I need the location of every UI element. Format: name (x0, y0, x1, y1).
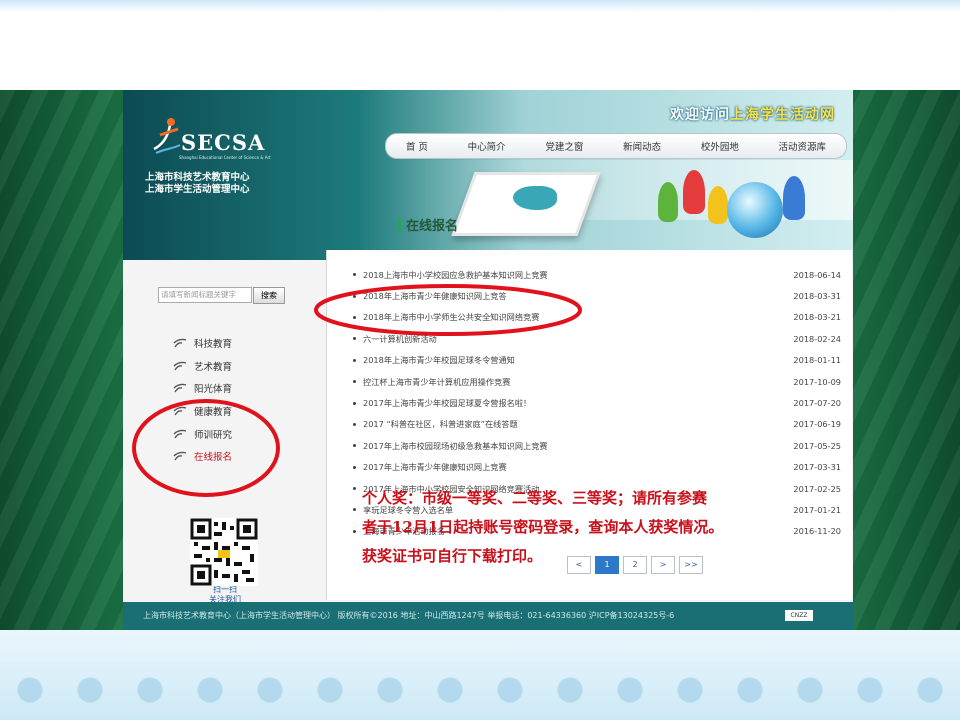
nav-item-news[interactable]: 新闻动态 (623, 139, 661, 153)
nav-item-outdoor[interactable]: 校外园地 (701, 139, 739, 153)
nav-item-party[interactable]: 党建之窗 (545, 139, 583, 153)
sidebar-item-training[interactable]: 师训研究 (173, 422, 232, 445)
banner-figure-green (658, 182, 678, 222)
logo-subtitle: Shanghai Educational Center of Science &… (179, 155, 271, 160)
sidebar-item-science[interactable]: 科技教育 (173, 332, 232, 355)
sidebar-menu: 科技教育 艺术教育 阳光体育 健康教育 师训研究 在线报名 (173, 332, 232, 468)
search-button[interactable]: 搜索 (253, 287, 285, 304)
news-title[interactable]: 控江杯上海市青少年计算机应用操作竞赛 (363, 376, 793, 388)
sidebar-item-online-signup[interactable]: 在线报名 (173, 445, 232, 468)
sidebar-item-label: 科技教育 (194, 339, 233, 351)
banner-map-image (513, 186, 557, 210)
annotation-text: 个人奖：市级一等奖、二等奖、三等奖；请所有参赛 者于12月1日起持账号密码登录，… (362, 484, 832, 571)
news-title[interactable]: 2018年上海市青少年健康知识网上竞答 (363, 290, 793, 302)
slide-wave-band (0, 630, 960, 720)
news-row[interactable]: 2017年上海市青少年校园足球夏令营报名啦！ 2017-07-20 (353, 392, 841, 413)
bullet-icon (353, 380, 356, 384)
banner-figure-red (683, 170, 705, 214)
news-row[interactable]: 2017 “科普在社区，科普进家庭”在线答题 2017-06-19 (353, 414, 841, 435)
section-title: 在线报名 (398, 215, 458, 234)
bullet-icon (353, 529, 356, 533)
sidebar-item-label: 阳光体育 (194, 384, 233, 396)
news-date: 2018-03-21 (793, 312, 841, 323)
annotation-line3: 获奖证书可自行下载打印。 (362, 547, 543, 565)
bullet-icon (353, 337, 356, 341)
news-date: 2017-06-19 (793, 419, 841, 430)
news-title[interactable]: 2018年上海市中小学师生公共安全知识网络竞赛 (363, 311, 793, 323)
search-input[interactable]: 请填写新闻标题关键字 (158, 287, 252, 303)
news-row[interactable]: 控江杯上海市青少年计算机应用操作竞赛 2017-10-09 (353, 371, 841, 392)
site-header: SECSA Shanghai Educational Center of Sci… (123, 90, 853, 260)
news-row[interactable]: 2018年上海市青少年校园足球冬令营通知 2018-01-11 (353, 350, 841, 371)
sidebar-item-label: 健康教育 (194, 407, 233, 419)
news-row[interactable]: 2018上海市中小学校园应急救护基本知识网上竞赛 2018-06-14 (353, 264, 841, 285)
swoosh-icon (173, 429, 187, 439)
nav-item-about[interactable]: 中心简介 (468, 139, 506, 153)
qr-code-image (190, 518, 258, 586)
news-row[interactable]: 六一计算机创新活动 2018-02-24 (353, 328, 841, 349)
swoosh-icon (173, 452, 187, 461)
banner-figure-blue (783, 176, 805, 220)
annotation-line2: 者于12月1日起持账号密码登录，查询本人获奖情况。 (362, 518, 724, 536)
bullet-icon (353, 487, 356, 491)
swoosh-icon (173, 384, 187, 393)
bullet-icon (353, 315, 356, 319)
nav-item-home[interactable]: 首 页 (406, 139, 428, 153)
qr-caption-line1: 扫一扫 (213, 585, 237, 594)
news-title[interactable]: 2018上海市中小学校园应急救护基本知识网上竞赛 (363, 269, 793, 281)
bullet-icon (353, 508, 356, 512)
swoosh-icon (173, 406, 187, 416)
sidebar-item-sports[interactable]: 阳光体育 (173, 377, 232, 400)
news-date: 2018-02-24 (793, 333, 841, 344)
bullet-icon (353, 294, 356, 298)
banner-figure-yellow (708, 186, 728, 224)
news-date: 2017-03-31 (793, 462, 841, 473)
banner-globe-image (727, 182, 783, 238)
main-nav: 首 页 中心简介 党建之窗 新闻动态 校外园地 活动资源库 (385, 133, 847, 159)
news-title[interactable]: 2017年上海市青少年校园足球夏令营报名啦！ (363, 397, 793, 409)
news-date: 2017-10-09 (793, 376, 841, 387)
bullet-icon (353, 358, 356, 362)
site-footer: 上海市科技艺术教育中心（上海市学生活动管理中心） 版权所有©2016 地址：中山… (123, 602, 853, 630)
news-title[interactable]: 六一计算机创新活动 (363, 333, 793, 345)
bullet-icon (353, 273, 356, 277)
news-date: 2017-07-20 (793, 398, 841, 409)
org-name-line2: 上海市学生活动管理中心 (145, 184, 250, 195)
welcome-banner: 欢迎访问上海学生活动网 (670, 104, 835, 124)
nav-item-resources[interactable]: 活动资源库 (779, 139, 827, 153)
cnzz-badge[interactable]: CNZZ (785, 610, 813, 621)
bullet-icon (353, 465, 356, 469)
bullet-icon (353, 444, 356, 448)
news-date: 2018-03-31 (793, 291, 841, 302)
logo-text: SECSA (181, 130, 266, 155)
annotation-line1: 个人奖：市级一等奖、二等奖、三等奖；请所有参赛 (362, 489, 708, 507)
welcome-prefix: 欢迎访问 (670, 107, 730, 123)
slide-top-band (0, 0, 960, 90)
news-date: 2018-01-11 (793, 355, 841, 366)
bullet-icon (353, 401, 356, 405)
sidebar-item-label: 师训研究 (194, 429, 233, 441)
sidebar-item-label: 在线报名 (194, 452, 233, 464)
news-row[interactable]: 2017年上海市青少年健康知识网上竞赛 2017-03-31 (353, 457, 841, 478)
news-title[interactable]: 2017年上海市校园现场初级急救基本知识网上竞赛 (363, 440, 793, 452)
news-row[interactable]: 2018年上海市中小学师生公共安全知识网络竞赛 2018-03-21 (353, 307, 841, 328)
news-title[interactable]: 2017 “科普在社区，科普进家庭”在线答题 (363, 418, 793, 430)
swoosh-icon (173, 339, 187, 348)
sidebar-item-health[interactable]: 健康教育 (173, 400, 232, 423)
news-row[interactable]: 2017年上海市校园现场初级急救基本知识网上竞赛 2017-05-25 (353, 435, 841, 456)
sidebar-item-art[interactable]: 艺术教育 (173, 355, 232, 378)
news-date: 2018-06-14 (793, 269, 841, 280)
welcome-site-name: 上海学生活动网 (730, 107, 835, 123)
news-title[interactable]: 2017年上海市青少年健康知识网上竞赛 (363, 461, 793, 473)
footer-text: 上海市科技艺术教育中心（上海市学生活动管理中心） 版权所有©2016 地址：中山… (143, 611, 675, 620)
bullet-icon (353, 422, 356, 426)
sidebar-item-label: 艺术教育 (194, 361, 233, 373)
news-row[interactable]: 2018年上海市青少年健康知识网上竞答 2018-03-31 (353, 285, 841, 306)
news-title[interactable]: 2018年上海市青少年校园足球冬令营通知 (363, 354, 793, 366)
news-date: 2017-05-25 (793, 440, 841, 451)
swoosh-icon (173, 361, 187, 371)
